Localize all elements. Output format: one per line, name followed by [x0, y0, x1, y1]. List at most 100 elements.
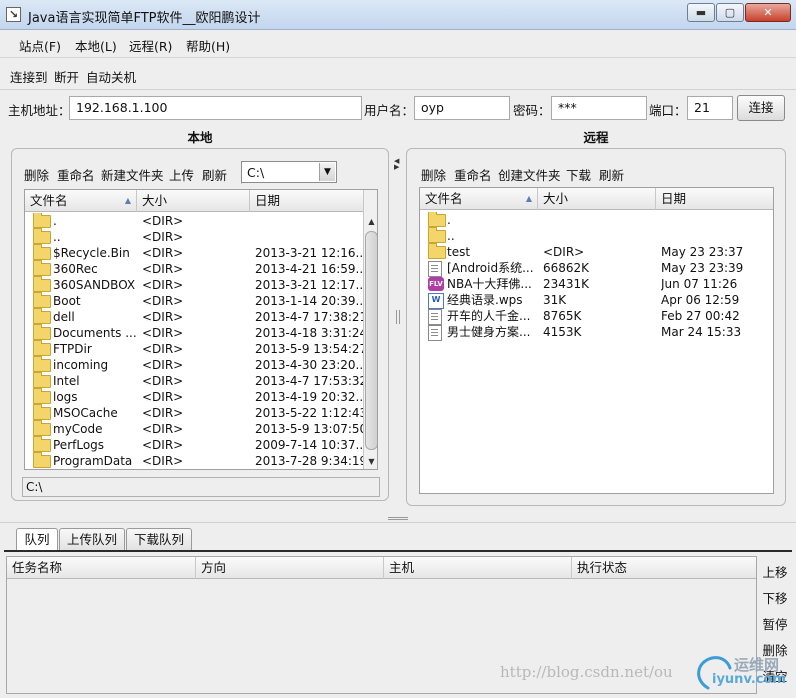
drive-select[interactable]: C:\ ▼: [241, 161, 337, 183]
remote-delete-button[interactable]: 删除: [421, 165, 446, 184]
table-row[interactable]: W 经典语录.wps 31K Apr 06 12:59: [420, 292, 773, 309]
queue-col-status[interactable]: 执行状态: [572, 557, 756, 579]
remote-toolbar: 删除 重命名 创建文件夹 下载 刷新: [421, 165, 781, 183]
pause-button[interactable]: 暂停: [760, 614, 790, 633]
title-bar: ↘ Java语言实现简单FTP软件__欧阳鹏设计 ▬ ▢ ✕: [0, 0, 796, 30]
table-row[interactable]: .. <DIR>: [25, 228, 364, 245]
table-row[interactable]: 360SANDBOX <DIR> 2013-3-21 12:17...: [25, 276, 364, 293]
local-col-size[interactable]: 大小: [137, 190, 250, 212]
local-scrollbar[interactable]: ▲ ▼: [363, 190, 377, 469]
local-col-date[interactable]: 日期: [250, 190, 364, 212]
table-row[interactable]: $Recycle.Bin <DIR> 2013-3-21 12:16...: [25, 244, 364, 261]
file-date: 2013-4-21 16:59...: [255, 262, 363, 276]
remote-col-date[interactable]: 日期: [656, 188, 773, 210]
minimize-button[interactable]: ▬: [687, 3, 715, 22]
file-date: 2009-7-14 10:37...: [255, 438, 363, 452]
table-row[interactable]: Documents ... <DIR> 2013-4-18 3:31:24: [25, 324, 364, 341]
scroll-thumb[interactable]: [365, 231, 377, 450]
menu-help[interactable]: 帮助(H): [186, 36, 230, 55]
host-label: 主机地址：: [8, 103, 71, 118]
remote-panel-title: 远程: [583, 130, 609, 145]
local-rename-button[interactable]: 重命名: [57, 165, 95, 184]
table-row[interactable]: logs <DIR> 2013-4-19 20:32...: [25, 388, 364, 405]
username-input[interactable]: oyp: [414, 96, 510, 120]
connect-button[interactable]: 连接: [737, 95, 785, 121]
scroll-down-icon[interactable]: ▼: [364, 454, 377, 469]
table-row[interactable]: ProgramData <DIR> 2013-7-28 9:34:19: [25, 452, 364, 469]
remote-refresh-button[interactable]: 刷新: [599, 165, 624, 184]
file-size: <DIR>: [142, 390, 184, 404]
file-name: FTPDir: [53, 342, 92, 356]
tab-queue[interactable]: 队列: [16, 528, 58, 550]
chevron-down-icon[interactable]: ▼: [319, 163, 335, 181]
local-delete-button[interactable]: 删除: [24, 165, 49, 184]
table-row[interactable]: .: [420, 212, 773, 228]
move-down-button[interactable]: 下移: [760, 588, 790, 607]
table-row[interactable]: 开车的人千金... 8765K Feb 27 00:42: [420, 308, 773, 325]
tab-upload-queue[interactable]: 上传队列: [59, 528, 125, 550]
file-name: logs: [53, 390, 78, 404]
table-row[interactable]: ..: [420, 227, 773, 244]
local-col-name[interactable]: 文件名 ▲: [25, 190, 137, 212]
upload-button[interactable]: 上传: [169, 165, 194, 184]
local-file-table: 文件名 ▲ 大小 日期 . <DIR>.. <DIR> $Recycle.Bin <DIR…: [24, 189, 378, 470]
table-row[interactable]: Intel <DIR> 2013-4-7 17:53:32: [25, 372, 364, 389]
folder-icon: [33, 228, 51, 244]
folder-icon: [33, 372, 51, 388]
table-row[interactable]: FTPDir <DIR> 2013-5-9 13:54:27: [25, 340, 364, 357]
queue-col-direction[interactable]: 方向: [196, 557, 384, 579]
file-date: 2013-1-14 20:39...: [255, 294, 363, 308]
table-row[interactable]: [Android系统... 66862K May 23 23:39: [420, 260, 773, 277]
local-refresh-button[interactable]: 刷新: [202, 165, 227, 184]
remote-col-name[interactable]: 文件名 ▲: [420, 188, 538, 210]
download-button[interactable]: 下载: [566, 165, 591, 184]
move-up-button[interactable]: 上移: [760, 562, 790, 581]
local-table-header: 文件名 ▲ 大小 日期: [25, 190, 364, 212]
table-row[interactable]: PerfLogs <DIR> 2009-7-14 10:37...: [25, 436, 364, 453]
remote-rename-button[interactable]: 重命名: [454, 165, 492, 184]
horizontal-splitter-grip[interactable]: [388, 517, 408, 520]
local-new-folder-button[interactable]: 新建文件夹: [101, 165, 164, 184]
host-input[interactable]: 192.168.1.100: [69, 96, 362, 120]
password-input[interactable]: ***: [551, 96, 647, 120]
connect-to-button[interactable]: 连接到: [10, 67, 48, 86]
queue-col-host[interactable]: 主机: [384, 557, 572, 579]
file-date: 2013-4-18 3:31:24: [255, 326, 363, 340]
table-row[interactable]: 360Rec <DIR> 2013-4-21 16:59...: [25, 260, 364, 277]
splitter-arrows[interactable]: ◀ ▶: [394, 158, 402, 171]
menu-local[interactable]: 本地(L): [75, 36, 117, 55]
file-name: 男士健身方案...: [447, 325, 531, 339]
file-size: 8765K: [543, 309, 582, 323]
table-row[interactable]: MSOCache <DIR> 2013-5-22 1:12:43: [25, 404, 364, 421]
remote-create-folder-button[interactable]: 创建文件夹: [498, 165, 561, 184]
remote-col-size[interactable]: 大小: [538, 188, 656, 210]
table-row[interactable]: . <DIR>: [25, 213, 364, 229]
table-row[interactable]: myCode <DIR> 2013-5-9 13:07:50: [25, 420, 364, 437]
menu-remote[interactable]: 远程(R): [129, 36, 172, 55]
table-row[interactable]: dell <DIR> 2013-4-7 17:38:21: [25, 308, 364, 325]
file-date: 2013-5-9 13:54:27: [255, 342, 363, 356]
folder-icon: [33, 452, 51, 468]
tab-download-queue[interactable]: 下载队列: [126, 528, 192, 550]
table-row[interactable]: incoming <DIR> 2013-4-30 23:20...: [25, 356, 364, 373]
scroll-up-icon[interactable]: ▲: [364, 214, 377, 229]
menu-site[interactable]: 站点(F): [19, 36, 61, 55]
file-size: 23431K: [543, 277, 590, 291]
app-icon: ↘: [6, 7, 21, 22]
close-button[interactable]: ✕: [745, 3, 791, 22]
table-row[interactable]: 男士健身方案... 4153K Mar 24 15:33: [420, 324, 773, 341]
remote-panel: 删除 重命名 创建文件夹 下载 刷新 文件名 ▲ 大小 日期 ... test <DI…: [406, 148, 786, 506]
folder-icon: [33, 420, 51, 436]
file-size: <DIR>: [142, 262, 184, 276]
maximize-button[interactable]: ▢: [716, 3, 744, 22]
table-row[interactable]: test <DIR> May 23 23:37: [420, 243, 773, 260]
port-input[interactable]: 21: [687, 96, 733, 120]
queue-col-task[interactable]: 任务名称: [7, 557, 196, 579]
splitter-grip[interactable]: [396, 310, 400, 324]
file-name: ..: [53, 230, 61, 244]
table-row[interactable]: Boot <DIR> 2013-1-14 20:39...: [25, 292, 364, 309]
disconnect-button[interactable]: 断开: [54, 67, 79, 86]
table-row[interactable]: FLV NBA十大拜佛... 23431K Jun 07 11:26: [420, 276, 773, 292]
file-size: <DIR>: [142, 438, 184, 452]
auto-shutdown-button[interactable]: 自动关机: [86, 67, 136, 86]
